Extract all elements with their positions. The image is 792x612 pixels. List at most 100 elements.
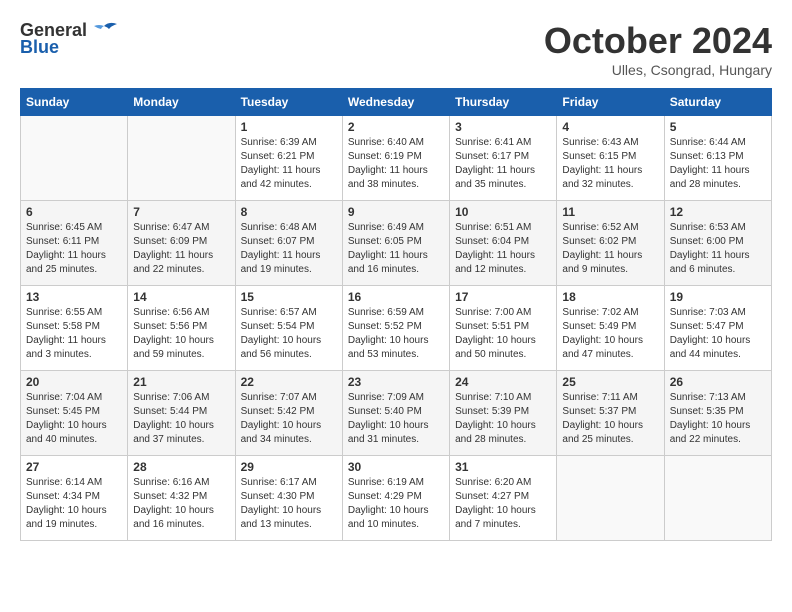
calendar-cell: 10 Sunrise: 6:51 AM Sunset: 6:04 PM Dayli… <box>450 201 557 286</box>
day-info: Sunrise: 6:53 AM Sunset: 6:00 PM Dayligh… <box>670 221 766 277</box>
day-number: 6 <box>26 205 122 219</box>
calendar-cell: 23 Sunrise: 7:09 AM Sunset: 5:40 PM Dayli… <box>342 371 449 456</box>
calendar-cell: 17 Sunrise: 7:00 AM Sunset: 5:51 PM Dayli… <box>450 286 557 371</box>
day-number: 24 <box>455 375 551 389</box>
day-number: 4 <box>562 120 658 134</box>
calendar-cell: 30 Sunrise: 6:19 AM Sunset: 4:29 PM Dayli… <box>342 456 449 541</box>
calendar-cell <box>128 116 235 201</box>
calendar-cell: 2 Sunrise: 6:40 AM Sunset: 6:19 PM Daylig… <box>342 116 449 201</box>
day-number: 17 <box>455 290 551 304</box>
calendar-cell: 6 Sunrise: 6:45 AM Sunset: 6:11 PM Daylig… <box>21 201 128 286</box>
day-info: Sunrise: 6:57 AM Sunset: 5:54 PM Dayligh… <box>241 306 337 362</box>
day-number: 15 <box>241 290 337 304</box>
week-row-4: 27 Sunrise: 6:14 AM Sunset: 4:34 PM Dayli… <box>21 456 772 541</box>
day-number: 10 <box>455 205 551 219</box>
calendar-cell: 8Sunrise: 6:48 AM Sunset: 6:07 PM Daylig… <box>235 201 342 286</box>
calendar-cell: 25Sunrise: 7:11 AM Sunset: 5:37 PM Dayli… <box>557 371 664 456</box>
page-header: General Blue October 2024 Ulles, Csongra… <box>20 20 772 78</box>
calendar-cell: 18 Sunrise: 7:02 AM Sunset: 5:49 PM Dayli… <box>557 286 664 371</box>
day-info: Sunrise: 6:52 AM Sunset: 6:02 PM Dayligh… <box>562 221 658 277</box>
day-number: 28 <box>133 460 229 474</box>
day-info: Sunrise: 6:51 AM Sunset: 6:04 PM Dayligh… <box>455 221 551 277</box>
day-number: 2 <box>348 120 444 134</box>
month-title: October 2024 <box>544 20 772 62</box>
week-row-2: 13 Sunrise: 6:55 AM Sunset: 5:58 PM Dayli… <box>21 286 772 371</box>
day-number: 31 <box>455 460 551 474</box>
day-info: Sunrise: 6:41 AM Sunset: 6:17 PM Dayligh… <box>455 136 551 192</box>
day-info: Sunrise: 7:02 AM Sunset: 5:49 PM Dayligh… <box>562 306 658 362</box>
calendar-cell: 29 Sunrise: 6:17 AM Sunset: 4:30 PM Dayli… <box>235 456 342 541</box>
day-number: 7 <box>133 205 229 219</box>
day-info: Sunrise: 7:09 AM Sunset: 5:40 PM Dayligh… <box>348 391 444 447</box>
col-tuesday: Tuesday <box>235 89 342 116</box>
week-row-0: 1Sunrise: 6:39 AM Sunset: 6:21 PM Daylig… <box>21 116 772 201</box>
calendar-cell: 12 Sunrise: 6:53 AM Sunset: 6:00 PM Dayli… <box>664 201 771 286</box>
day-info: Sunrise: 7:00 AM Sunset: 5:51 PM Dayligh… <box>455 306 551 362</box>
calendar-cell: 20Sunrise: 7:04 AM Sunset: 5:45 PM Dayli… <box>21 371 128 456</box>
day-number: 30 <box>348 460 444 474</box>
calendar-cell: 24 Sunrise: 7:10 AM Sunset: 5:39 PM Dayli… <box>450 371 557 456</box>
day-info: Sunrise: 6:14 AM Sunset: 4:34 PM Dayligh… <box>26 476 122 532</box>
day-info: Sunrise: 6:19 AM Sunset: 4:29 PM Dayligh… <box>348 476 444 532</box>
day-number: 11 <box>562 205 658 219</box>
calendar-cell: 14 Sunrise: 6:56 AM Sunset: 5:56 PM Dayli… <box>128 286 235 371</box>
calendar-cell: 31 Sunrise: 6:20 AM Sunset: 4:27 PM Dayli… <box>450 456 557 541</box>
calendar-cell: 21Sunrise: 7:06 AM Sunset: 5:44 PM Dayli… <box>128 371 235 456</box>
calendar-cell: 1Sunrise: 6:39 AM Sunset: 6:21 PM Daylig… <box>235 116 342 201</box>
calendar-cell <box>664 456 771 541</box>
day-info: Sunrise: 7:10 AM Sunset: 5:39 PM Dayligh… <box>455 391 551 447</box>
calendar-cell: 28 Sunrise: 6:16 AM Sunset: 4:32 PM Dayli… <box>128 456 235 541</box>
day-number: 23 <box>348 375 444 389</box>
day-number: 19 <box>670 290 766 304</box>
day-info: Sunrise: 6:16 AM Sunset: 4:32 PM Dayligh… <box>133 476 229 532</box>
day-info: Sunrise: 6:20 AM Sunset: 4:27 PM Dayligh… <box>455 476 551 532</box>
day-number: 12 <box>670 205 766 219</box>
day-info: Sunrise: 6:43 AM Sunset: 6:15 PM Dayligh… <box>562 136 658 192</box>
week-row-1: 6 Sunrise: 6:45 AM Sunset: 6:11 PM Daylig… <box>21 201 772 286</box>
logo-bird-icon <box>89 21 119 41</box>
day-info: Sunrise: 6:56 AM Sunset: 5:56 PM Dayligh… <box>133 306 229 362</box>
calendar-cell <box>557 456 664 541</box>
day-number: 27 <box>26 460 122 474</box>
day-info: Sunrise: 6:59 AM Sunset: 5:52 PM Dayligh… <box>348 306 444 362</box>
col-friday: Friday <box>557 89 664 116</box>
logo: General Blue <box>20 20 119 58</box>
day-info: Sunrise: 6:44 AM Sunset: 6:13 PM Dayligh… <box>670 136 766 192</box>
day-number: 14 <box>133 290 229 304</box>
calendar-cell: 3 Sunrise: 6:41 AM Sunset: 6:17 PM Daylig… <box>450 116 557 201</box>
day-info: Sunrise: 7:13 AM Sunset: 5:35 PM Dayligh… <box>670 391 766 447</box>
calendar-cell <box>21 116 128 201</box>
calendar-cell: 16 Sunrise: 6:59 AM Sunset: 5:52 PM Dayli… <box>342 286 449 371</box>
calendar-cell: 22 Sunrise: 7:07 AM Sunset: 5:42 PM Dayli… <box>235 371 342 456</box>
title-block: October 2024 Ulles, Csongrad, Hungary <box>544 20 772 78</box>
calendar-cell: 27 Sunrise: 6:14 AM Sunset: 4:34 PM Dayli… <box>21 456 128 541</box>
day-info: Sunrise: 7:03 AM Sunset: 5:47 PM Dayligh… <box>670 306 766 362</box>
col-monday: Monday <box>128 89 235 116</box>
day-number: 3 <box>455 120 551 134</box>
day-number: 13 <box>26 290 122 304</box>
calendar-table: Sunday Monday Tuesday Wednesday Thursday… <box>20 88 772 541</box>
day-number: 8 <box>241 205 337 219</box>
day-info: Sunrise: 6:17 AM Sunset: 4:30 PM Dayligh… <box>241 476 337 532</box>
day-number: 5 <box>670 120 766 134</box>
day-info: Sunrise: 6:49 AM Sunset: 6:05 PM Dayligh… <box>348 221 444 277</box>
col-sunday: Sunday <box>21 89 128 116</box>
day-number: 18 <box>562 290 658 304</box>
day-info: Sunrise: 7:11 AM Sunset: 5:37 PM Dayligh… <box>562 391 658 447</box>
calendar-cell: 13 Sunrise: 6:55 AM Sunset: 5:58 PM Dayli… <box>21 286 128 371</box>
day-number: 22 <box>241 375 337 389</box>
day-number: 26 <box>670 375 766 389</box>
calendar-cell: 7 Sunrise: 6:47 AM Sunset: 6:09 PM Daylig… <box>128 201 235 286</box>
day-info: Sunrise: 6:55 AM Sunset: 5:58 PM Dayligh… <box>26 306 122 362</box>
logo-blue-text: Blue <box>20 37 59 58</box>
day-info: Sunrise: 6:47 AM Sunset: 6:09 PM Dayligh… <box>133 221 229 277</box>
day-info: Sunrise: 7:07 AM Sunset: 5:42 PM Dayligh… <box>241 391 337 447</box>
day-number: 9 <box>348 205 444 219</box>
day-number: 29 <box>241 460 337 474</box>
day-number: 16 <box>348 290 444 304</box>
col-saturday: Saturday <box>664 89 771 116</box>
calendar-cell: 9 Sunrise: 6:49 AM Sunset: 6:05 PM Daylig… <box>342 201 449 286</box>
day-info: Sunrise: 6:40 AM Sunset: 6:19 PM Dayligh… <box>348 136 444 192</box>
calendar-cell: 26 Sunrise: 7:13 AM Sunset: 5:35 PM Dayli… <box>664 371 771 456</box>
day-info: Sunrise: 6:45 AM Sunset: 6:11 PM Dayligh… <box>26 221 122 277</box>
